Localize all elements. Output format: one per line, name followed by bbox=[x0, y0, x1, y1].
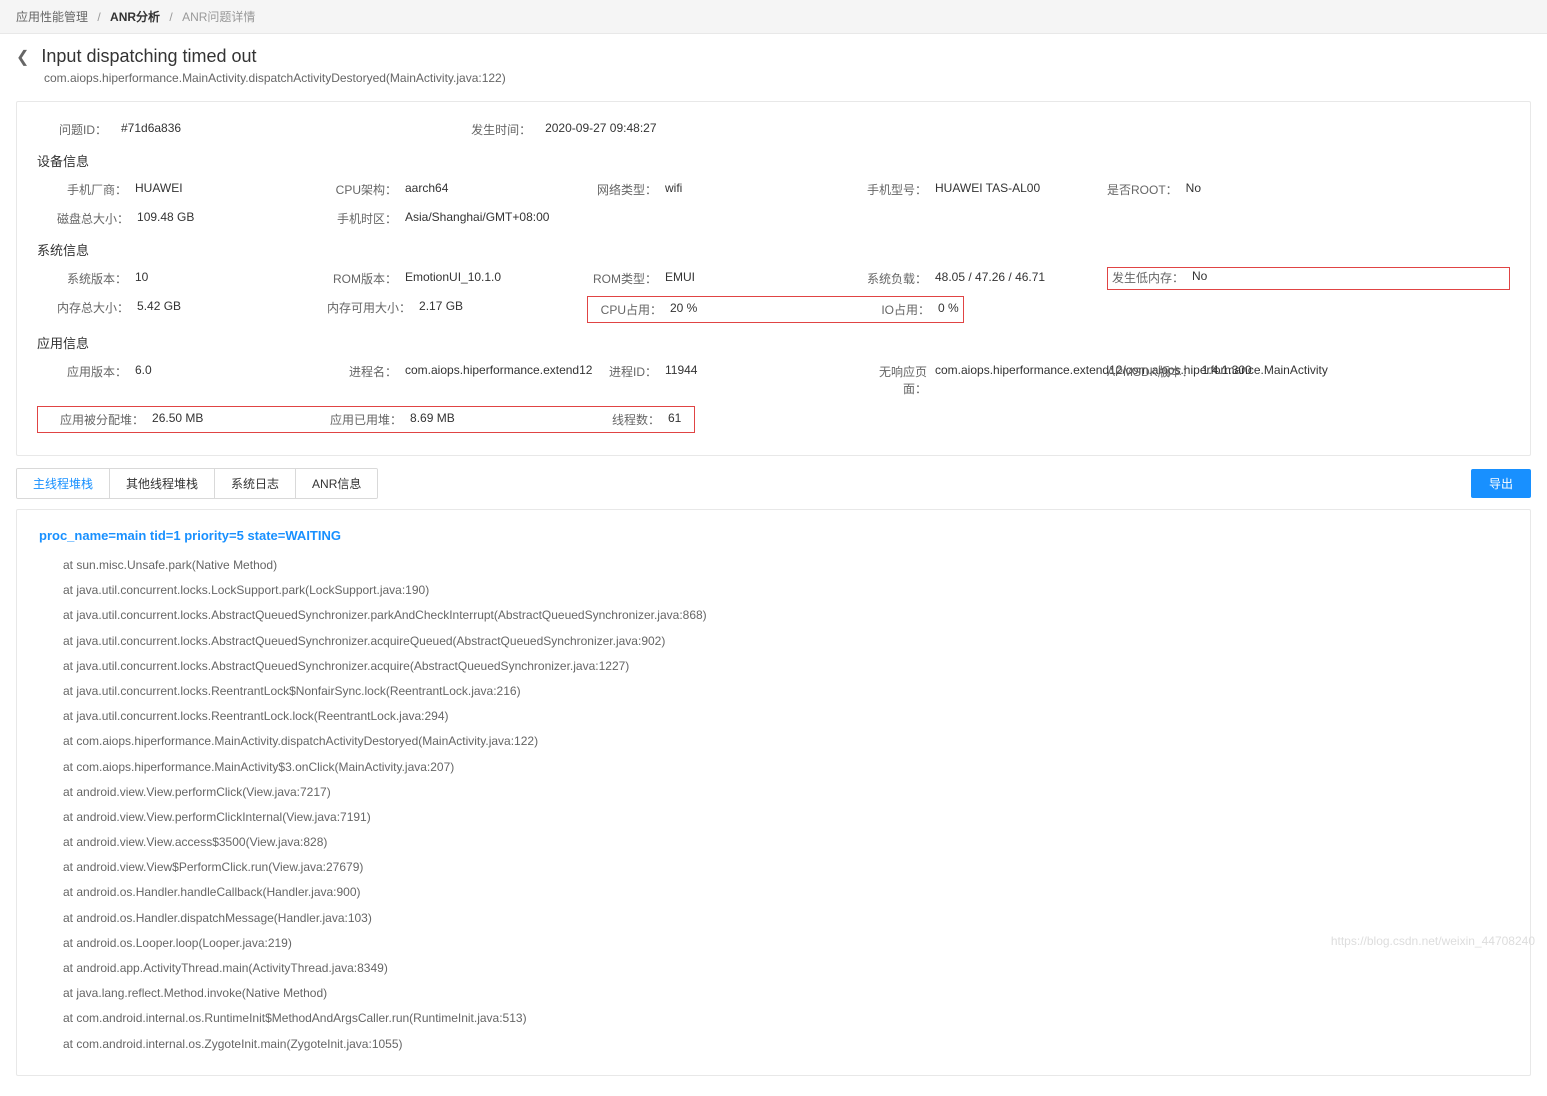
app-process-name: 进程名：com.aiops.hiperformance.extend12 bbox=[327, 360, 587, 400]
back-icon[interactable]: ❮ bbox=[16, 47, 29, 67]
breadcrumb-l1[interactable]: 应用性能管理 bbox=[16, 10, 88, 24]
breadcrumb-l2[interactable]: ANR分析 bbox=[110, 10, 160, 24]
page-subtitle: com.aiops.hiperformance.MainActivity.dis… bbox=[44, 71, 1531, 85]
breadcrumb-sep: / bbox=[97, 10, 100, 24]
stack-trace-line: at android.os.Handler.handleCallback(Han… bbox=[39, 880, 1508, 905]
stack-trace-line: at android.view.View.performClick(View.j… bbox=[39, 780, 1508, 805]
issue-id: 问题ID： #71d6a836 bbox=[37, 118, 181, 141]
device-vendor: 手机厂商：HUAWEI bbox=[37, 178, 327, 201]
stack-trace-line: at android.view.View.performClickInterna… bbox=[39, 805, 1508, 830]
device-cpu-arch: CPU架构：aarch64 bbox=[327, 178, 587, 201]
stack-tabs: 主线程堆栈 其他线程堆栈 系统日志 ANR信息 bbox=[16, 468, 378, 499]
device-root: 是否ROOT：No bbox=[1107, 178, 1510, 201]
stack-trace-line: at java.util.concurrent.locks.LockSuppor… bbox=[39, 578, 1508, 603]
tab-main-thread-stack[interactable]: 主线程堆栈 bbox=[17, 469, 110, 498]
tab-anr-info[interactable]: ANR信息 bbox=[296, 469, 377, 498]
export-button[interactable]: 导出 bbox=[1471, 469, 1531, 498]
page-title: Input dispatching timed out bbox=[41, 46, 256, 67]
page-header: ❮ Input dispatching timed out com.aiops.… bbox=[0, 34, 1547, 101]
device-section-title: 设备信息 bbox=[37, 151, 1510, 170]
detail-card: 问题ID： #71d6a836 发生时间： 2020-09-27 09:48:2… bbox=[16, 101, 1531, 456]
system-rom-type: ROM类型：EMUI bbox=[587, 267, 857, 290]
app-heap-alloc: 应用被分配堆：26.50 MB bbox=[42, 408, 330, 431]
stack-trace-line: at java.util.concurrent.locks.AbstractQu… bbox=[39, 629, 1508, 654]
breadcrumb-l3: ANR问题详情 bbox=[182, 10, 255, 24]
breadcrumb: 应用性能管理 / ANR分析 / ANR问题详情 bbox=[0, 0, 1547, 34]
device-model: 手机型号：HUAWEI TAS-AL00 bbox=[857, 178, 1107, 201]
stack-trace-line: at java.util.concurrent.locks.ReentrantL… bbox=[39, 704, 1508, 729]
app-heap-used: 应用已用堆：8.69 MB bbox=[330, 408, 590, 431]
system-mem-avail: 内存可用大小：2.17 GB bbox=[327, 296, 587, 323]
stack-trace-line: at android.view.View.access$3500(View.ja… bbox=[39, 830, 1508, 855]
device-disk: 磁盘总大小：109.48 GB bbox=[37, 207, 327, 230]
system-mem-total: 内存总大小：5.42 GB bbox=[37, 296, 327, 323]
stack-trace-line: at java.util.concurrent.locks.AbstractQu… bbox=[39, 654, 1508, 679]
stack-trace-line: at android.os.Handler.dispatchMessage(Ha… bbox=[39, 906, 1508, 931]
stack-trace-card: proc_name=main tid=1 priority=5 state=WA… bbox=[16, 509, 1531, 1076]
system-os-version: 系统版本：10 bbox=[37, 267, 327, 290]
stack-trace-title: proc_name=main tid=1 priority=5 state=WA… bbox=[39, 528, 1508, 543]
system-load: 系统负载：48.05 / 47.26 / 46.71 bbox=[857, 267, 1107, 290]
stack-trace-line: at com.aiops.hiperformance.MainActivity$… bbox=[39, 755, 1508, 780]
stack-trace-line: at android.os.Looper.loop(Looper.java:21… bbox=[39, 931, 1508, 956]
tab-other-thread-stack[interactable]: 其他线程堆栈 bbox=[110, 469, 215, 498]
stack-trace-line: at java.util.concurrent.locks.ReentrantL… bbox=[39, 679, 1508, 704]
stack-trace-line: at com.android.internal.os.RuntimeInit$M… bbox=[39, 1006, 1508, 1031]
stack-trace-line: at java.util.concurrent.locks.AbstractQu… bbox=[39, 603, 1508, 628]
stack-trace-line: at android.app.ActivityThread.main(Activ… bbox=[39, 956, 1508, 981]
app-version: 应用版本：6.0 bbox=[37, 360, 327, 400]
breadcrumb-sep: / bbox=[169, 10, 172, 24]
system-io-usage: IO占用：0 % bbox=[860, 298, 959, 321]
tab-system-log[interactable]: 系统日志 bbox=[215, 469, 296, 498]
app-sdk-version: APMSDK版本：1.4.1.300 bbox=[1107, 360, 1510, 400]
stack-trace-body: at sun.misc.Unsafe.park(Native Method)at… bbox=[39, 553, 1508, 1057]
system-low-memory: 发生低内存：No bbox=[1107, 267, 1510, 290]
stack-trace-line: at com.aiops.hiperformance.MainActivity.… bbox=[39, 729, 1508, 754]
stack-trace-line: at sun.misc.Unsafe.park(Native Method) bbox=[39, 553, 1508, 578]
device-network: 网络类型：wifi bbox=[587, 178, 857, 201]
stack-trace-line: at android.view.View$PerformClick.run(Vi… bbox=[39, 855, 1508, 880]
device-timezone: 手机时区：Asia/Shanghai/GMT+08:00 bbox=[327, 207, 587, 230]
app-anr-page: 无响应页面：com.aiops.hiperformance.extend12/c… bbox=[857, 360, 1107, 400]
system-rom-version: ROM版本：EmotionUI_10.1.0 bbox=[327, 267, 587, 290]
system-section-title: 系统信息 bbox=[37, 240, 1510, 259]
occur-time: 发生时间： 2020-09-27 09:48:27 bbox=[461, 118, 656, 141]
stack-trace-line: at java.lang.reflect.Method.invoke(Nativ… bbox=[39, 981, 1508, 1006]
app-section-title: 应用信息 bbox=[37, 333, 1510, 352]
app-process-id: 进程ID：11944 bbox=[587, 360, 857, 400]
app-thread-count: 线程数：61 bbox=[590, 408, 690, 431]
system-cpu-usage: CPU占用：20 % bbox=[592, 298, 860, 321]
stack-trace-line: at com.android.internal.os.ZygoteInit.ma… bbox=[39, 1032, 1508, 1057]
